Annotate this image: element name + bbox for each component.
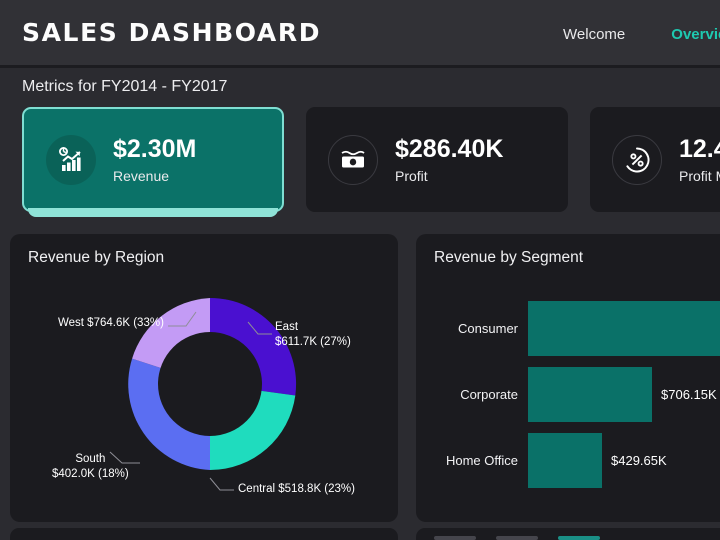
bar-fill-home-office (528, 432, 602, 488)
metric-card-revenue[interactable]: $2.30M Revenue (22, 107, 284, 217)
metric-card-profit-text: $286.40K Profit (395, 134, 504, 184)
bottom-toggle-2[interactable] (496, 536, 538, 540)
donut-label-east: East $611.7K (27%) (275, 320, 351, 349)
metric-cards: $2.30M Revenue $286.40K Profit 12. Profi… (22, 107, 720, 217)
bar-fill-corporate (528, 366, 652, 422)
donut-label-west: West $764.6K (33%) (58, 317, 164, 329)
charts-row: Revenue by Region West $764.6K (33%) Eas… (0, 212, 720, 522)
donut-label-central: Central $518.8K (23%) (238, 483, 355, 495)
panel-revenue-by-segment: Revenue by Segment Segment Ship Mode Con… (416, 234, 720, 522)
bar-row-home-office[interactable]: Home Office $429.65K (416, 428, 720, 492)
app-title: SALES DASHBOARD (22, 18, 322, 47)
donut-chart: West $764.6K (33%) East $611.7K (27%) So… (10, 268, 398, 522)
donut-label-south-name: South (75, 453, 106, 465)
app-header: SALES DASHBOARD Welcome Overview (0, 0, 720, 68)
panel-title: Revenue by Region (28, 249, 165, 266)
metrics-title: Metrics for FY2014 - FY2017 (22, 78, 228, 95)
bar-row-corporate[interactable]: Corporate $706.15K (416, 362, 720, 426)
metrics-section: Metrics for FY2014 - FY2017 $2.30M Reven… (0, 68, 720, 217)
metric-card-profit-margin[interactable]: 12.47% Profit Margin (590, 107, 720, 212)
donut-label-east-value: $611.7K (27%) (275, 335, 351, 348)
bottom-toggle-3[interactable] (558, 536, 600, 540)
panel-revenue-by-region: Revenue by Region West $764.6K (33%) Eas… (10, 234, 398, 522)
bottom-panels-strip (0, 528, 720, 540)
metric-value: $286.40K (395, 134, 504, 163)
bar-fill-consumer (528, 300, 720, 356)
segment-bar-chart: Consumer $1 Corporate $706.15K Home Offi… (416, 296, 720, 522)
nav-item-welcome[interactable]: Welcome (563, 26, 625, 43)
bar-label: Corporate (460, 386, 518, 402)
donut-label-south-value: $402.0K (18%) (52, 467, 129, 480)
metric-label: Profit (395, 167, 428, 184)
metric-card-profit-margin-text: 12.47% Profit Margin (679, 134, 720, 184)
metric-label: Revenue (113, 167, 170, 184)
bar-row-consumer[interactable]: Consumer $1 (416, 296, 720, 360)
bar-value: $429.65K (611, 452, 667, 468)
metric-card-revenue-text: $2.30M Revenue (113, 134, 197, 184)
metric-value: 12.47% (679, 134, 720, 163)
bottom-toggle-1[interactable] (434, 536, 476, 540)
main-nav: Welcome Overview (563, 0, 720, 68)
bottom-panel-left[interactable] (10, 528, 398, 540)
metric-card-profit[interactable]: $286.40K Profit (306, 107, 568, 212)
percent-circle-icon (612, 134, 662, 185)
bar-label: Consumer (458, 320, 518, 336)
chart-growth-icon (46, 134, 96, 185)
donut-label-east-name: East (275, 321, 299, 333)
nav-item-overview[interactable]: Overview (671, 26, 720, 43)
dashboard-root: SALES DASHBOARD Welcome Overview Metrics… (0, 0, 720, 540)
donut-label-south: South $402.0K (18%) (52, 452, 129, 481)
banknote-icon (328, 134, 378, 185)
bar-value: $706.15K (661, 386, 717, 402)
metric-value: $2.30M (113, 134, 197, 163)
metric-label: Profit Margin (679, 167, 720, 184)
bottom-panel-right[interactable] (416, 528, 720, 540)
bar-label: Home Office (445, 452, 518, 468)
panel-title: Revenue by Segment (434, 249, 584, 266)
